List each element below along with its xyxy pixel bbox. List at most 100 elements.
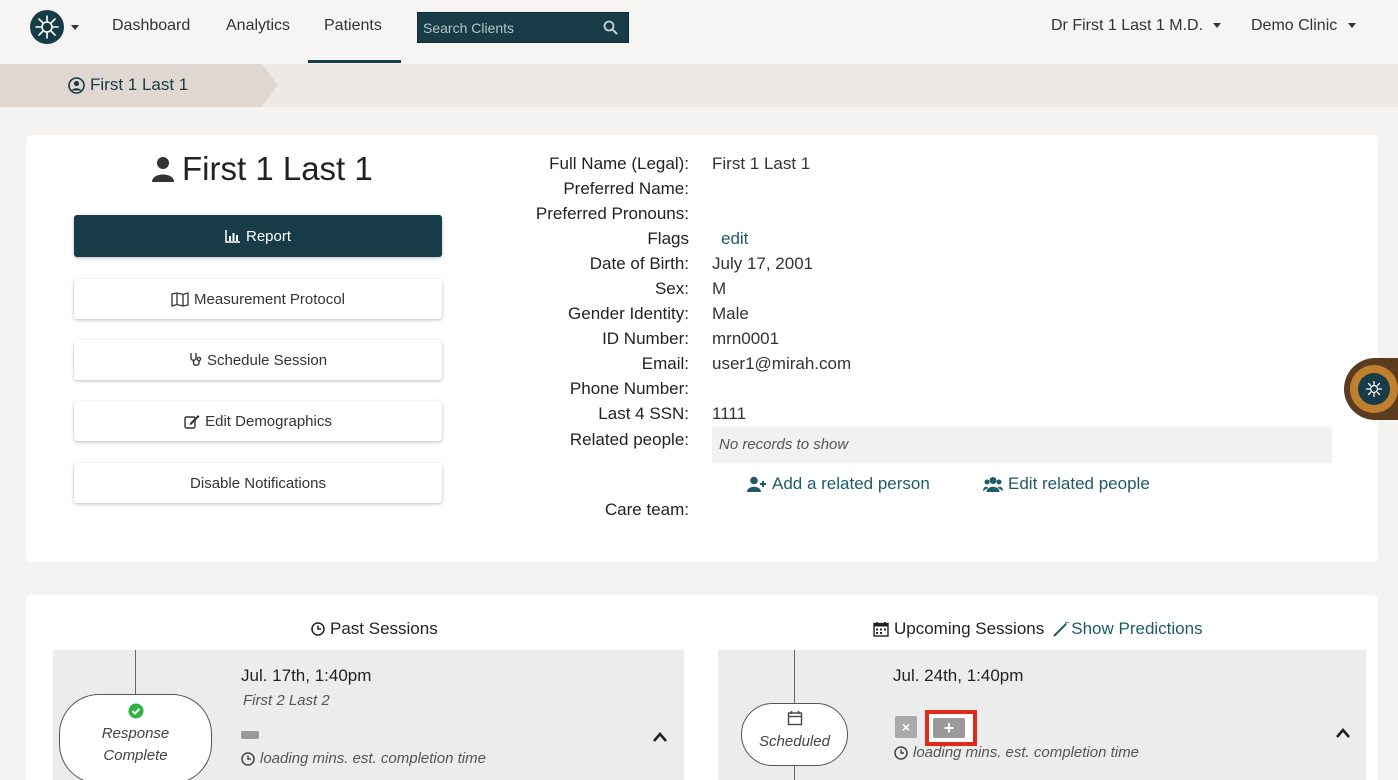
logo-mark-icon [35,15,59,39]
check-circle-icon [128,703,143,719]
search-icon[interactable] [603,20,618,35]
stethoscope-icon [190,353,202,366]
dob-value: July 17, 2001 [712,254,814,273]
logo-mark-icon [1365,380,1383,398]
measure-badge [241,731,259,739]
past-session-estimate: loading mins. est. completion time [241,750,486,767]
flags-label: Flags [647,229,689,248]
related-people-label: Related people: [569,430,689,449]
upcoming-sessions-title: Upcoming Sessions Show Predictions [873,619,1203,639]
edit-icon [184,414,200,429]
email-label: Email: [641,354,689,373]
clinic-menu[interactable]: Demo Clinic [1251,17,1356,35]
user-menu[interactable]: Dr First 1 Last 1 M.D. [1051,17,1222,35]
search-input[interactable] [418,13,598,42]
chevron-up-icon[interactable] [652,731,668,743]
page-title: First 1 Last 1 [152,150,373,188]
measurement-protocol-label: Measurement Protocol [194,290,345,308]
upcoming-session-estimate: loading mins. est. completion time [894,744,1139,761]
measurement-protocol-button[interactable]: Measurement Protocol [74,279,442,319]
upcoming-session-date[interactable]: Jul. 24th, 1:40pm [893,666,1023,686]
add-related-person-label: Add a related person [772,474,930,493]
gender-identity-label: Gender Identity: [568,304,689,323]
breadcrumb-label: First 1 Last 1 [90,75,189,94]
chevron-down-icon [1213,23,1222,29]
search-box [417,12,629,43]
user-circle-icon [68,76,85,94]
dob-label: Date of Birth: [589,254,689,273]
care-team-label: Care team: [604,500,689,519]
phone-number-label: Phone Number: [569,379,689,398]
id-number-label: ID Number: [602,329,689,348]
upcoming-session-estimate-text: loading mins. est. completion time [913,744,1139,761]
edit-demographics-button[interactable]: Edit Demographics [74,401,442,441]
timeline-line [794,766,795,780]
sex-label: Sex: [654,279,689,298]
clock-icon [311,622,325,636]
disable-notifications-label: Disable Notifications [190,474,326,492]
chevron-up-icon[interactable] [1335,727,1351,739]
chevron-down-icon [1347,23,1356,29]
report-button[interactable]: Report [74,215,442,257]
nav-dashboard[interactable]: Dashboard [112,17,190,35]
show-predictions-label: Show Predictions [1071,619,1203,638]
remove-measure-button[interactable]: × [895,716,917,738]
patient-name: First 1 Last 1 [182,150,373,187]
past-sessions-label: Past Sessions [330,619,438,638]
id-number-value: mrn0001 [712,329,780,348]
past-sessions-title: Past Sessions [311,619,438,639]
full-name-label: Full Name (Legal): [549,154,689,173]
past-session-estimate-text: loading mins. est. completion time [260,750,486,767]
top-navbar: Dashboard Analytics Patients Dr First 1 … [0,0,1398,64]
user-plus-icon [747,476,766,492]
clinic-menu-label: Demo Clinic [1251,17,1338,34]
user-icon [152,157,174,182]
map-icon [171,291,189,307]
help-widget-button[interactable] [1344,358,1398,420]
edit-demographics-label: Edit Demographics [205,412,332,430]
flags-edit-link[interactable]: edit [721,229,748,249]
timeline-line [794,650,795,704]
disable-notifications-button[interactable]: Disable Notifications [74,463,442,503]
sex-value: M [712,279,727,298]
ssn-value: 1111 [712,404,747,423]
breadcrumb-item-patient[interactable]: First 1 Last 1 [68,75,188,95]
edit-related-people-label: Edit related people [1008,474,1150,493]
help-widget-logo-icon [1358,373,1390,405]
app-logo-icon[interactable] [30,10,64,44]
email-value: user1@mirah.com [712,354,852,373]
calendar-icon [873,622,889,637]
upcoming-sessions-label: Upcoming Sessions [894,619,1045,638]
calendar-icon [787,711,802,726]
session-status-bubble: Response Complete [59,694,212,780]
nav-analytics[interactable]: Analytics [226,17,290,35]
preferred-name-label: Preferred Name: [563,179,689,198]
related-people-table: No records to show [712,427,1332,463]
add-related-person-link[interactable]: Add a related person [747,474,930,494]
past-session-date[interactable]: Jul. 17th, 1:40pm [241,666,371,686]
breadcrumb-arrow [262,64,278,106]
user-menu-label: Dr First 1 Last 1 M.D. [1051,17,1204,34]
session-status-bubble: Scheduled [741,703,848,766]
magic-wand-icon [1053,621,1070,637]
schedule-session-label: Schedule Session [206,351,328,369]
logo-chevron-down-icon[interactable] [71,25,79,30]
add-measure-button[interactable]: + [925,710,977,746]
users-icon [983,477,1003,492]
full-name-value: First 1 Last 1 [712,154,811,173]
session-status-line1: Response [101,725,170,742]
schedule-session-button[interactable]: Schedule Session [74,340,442,380]
ssn-label: Last 4 SSN: [598,404,689,423]
nav-active-indicator [308,60,401,63]
edit-related-people-link[interactable]: Edit related people [983,474,1150,494]
timeline-line [135,650,136,696]
preferred-pronouns-label: Preferred Pronouns: [535,204,689,223]
report-button-label: Report [245,227,292,245]
related-people-empty: No records to show [719,436,849,453]
nav-patients[interactable]: Patients [324,17,382,35]
gender-identity-value: Male [712,304,749,323]
clock-icon [894,745,908,760]
show-predictions-link[interactable]: Show Predictions [1053,619,1203,639]
plus-icon: + [933,718,965,738]
past-session-provider: First 2 Last 2 [243,692,330,709]
